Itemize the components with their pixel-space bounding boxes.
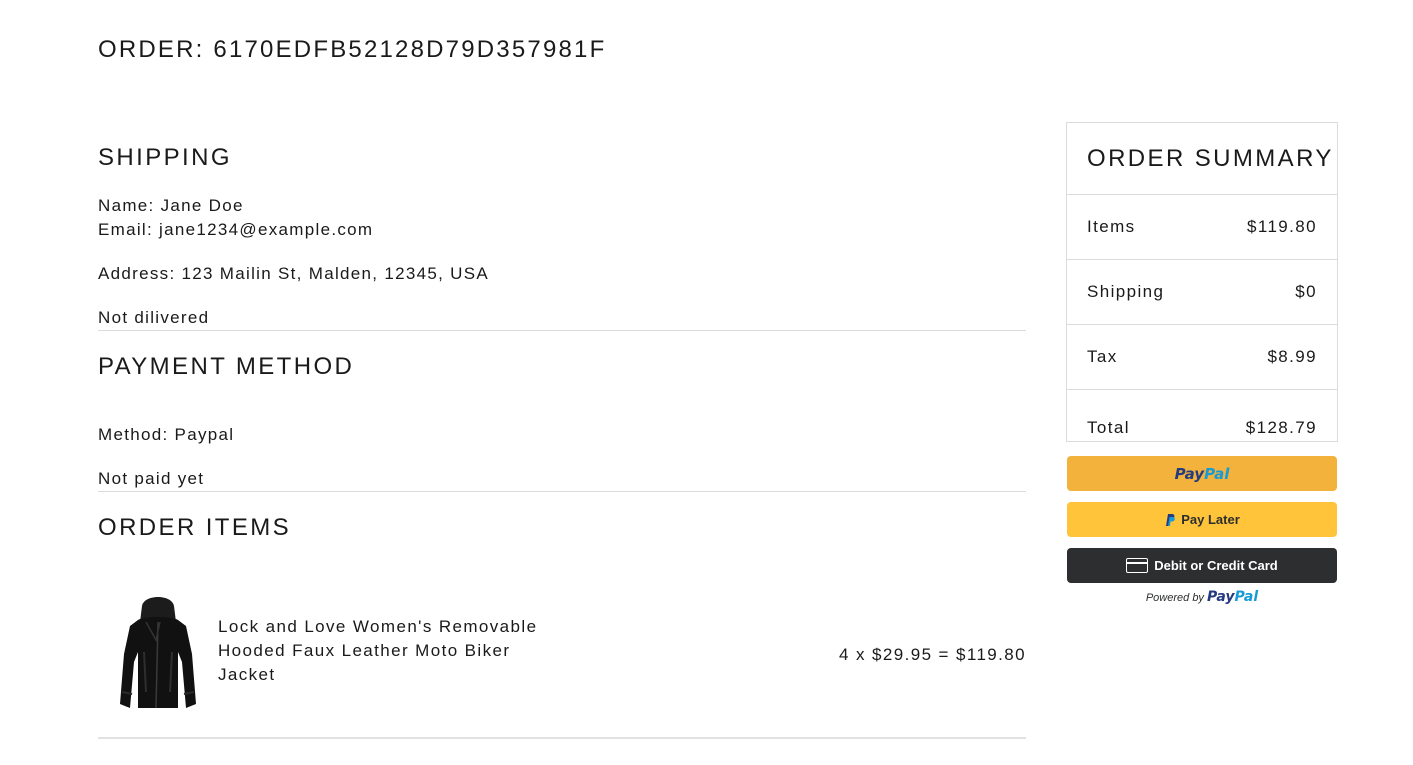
summary-row-shipping: Shipping $0 (1067, 260, 1337, 325)
shipping-name: Name: Jane Doe (98, 196, 244, 215)
summary-value: $119.80 (1247, 217, 1317, 236)
paypal-logo-pal: Pal (1204, 464, 1230, 483)
summary-value: $128.79 (1245, 418, 1317, 437)
order-item-row: Lock and Love Women's Removable Hooded F… (98, 590, 1026, 714)
product-name-link[interactable]: Lock and Love Women's Removable Hooded F… (218, 615, 548, 687)
paypal-logo-pal: Pal (1234, 589, 1259, 605)
paypal-buttons: PayPal Pay Later Debit or Credit Card Po… (1067, 456, 1337, 605)
order-items-heading: ORDER ITEMS (98, 514, 292, 541)
item-line-total: 4 x $29.95 = $119.80 (839, 645, 1026, 664)
credit-card-icon (1126, 558, 1149, 573)
summary-label: Items (1087, 217, 1136, 236)
powered-by-label: Powered by (1145, 592, 1204, 604)
shipping-email: Email: jane1234@example.com (98, 220, 374, 239)
paypal-button[interactable]: PayPal (1067, 456, 1337, 491)
summary-label: Tax (1087, 347, 1118, 366)
summary-label: Total (1087, 418, 1130, 437)
summary-row-items: Items $119.80 (1067, 195, 1337, 260)
summary-row-tax: Tax $8.99 (1067, 325, 1337, 390)
order-title: ORDER: 6170EDFB52128D79D357981F (98, 36, 607, 63)
paypal-p-icon (1166, 513, 1176, 526)
delivery-status: Not dilivered (98, 308, 210, 327)
card-button-label: Debit or Credit Card (1154, 558, 1278, 573)
divider (98, 330, 1026, 331)
powered-by-paypal: Powered by PayPal (1067, 589, 1337, 605)
divider (98, 737, 1026, 739)
divider (98, 491, 1026, 492)
order-summary-heading: ORDER SUMMARY (1087, 144, 1334, 172)
payment-method: Method: Paypal (98, 425, 235, 444)
summary-value: $8.99 (1267, 347, 1317, 366)
product-image[interactable] (116, 592, 200, 712)
debit-credit-card-button[interactable]: Debit or Credit Card (1067, 548, 1337, 583)
shipping-heading: SHIPPING (98, 144, 232, 171)
payment-status: Not paid yet (98, 469, 205, 488)
paypal-logo-pay: Pay (1207, 589, 1235, 605)
shipping-address: Address: 123 Mailin St, Malden, 12345, U… (98, 264, 490, 283)
order-summary-card: ORDER SUMMARY Items $119.80 Shipping $0 … (1066, 122, 1338, 442)
paypal-logo: PayPal (1175, 465, 1230, 483)
summary-label: Shipping (1087, 282, 1165, 301)
payment-heading: PAYMENT METHOD (98, 353, 355, 380)
paypal-logo-pay: Pay (1174, 464, 1205, 483)
order-summary-header: ORDER SUMMARY (1067, 123, 1337, 195)
pay-later-label: Pay Later (1181, 512, 1240, 527)
paypal-logo: PayPal (1207, 589, 1258, 605)
summary-row-total: Total $128.79 (1067, 390, 1337, 441)
order-page: ORDER: 6170EDFB52128D79D357981F SHIPPING… (0, 0, 1413, 765)
summary-value: $0 (1295, 282, 1317, 301)
pay-later-button[interactable]: Pay Later (1067, 502, 1337, 537)
